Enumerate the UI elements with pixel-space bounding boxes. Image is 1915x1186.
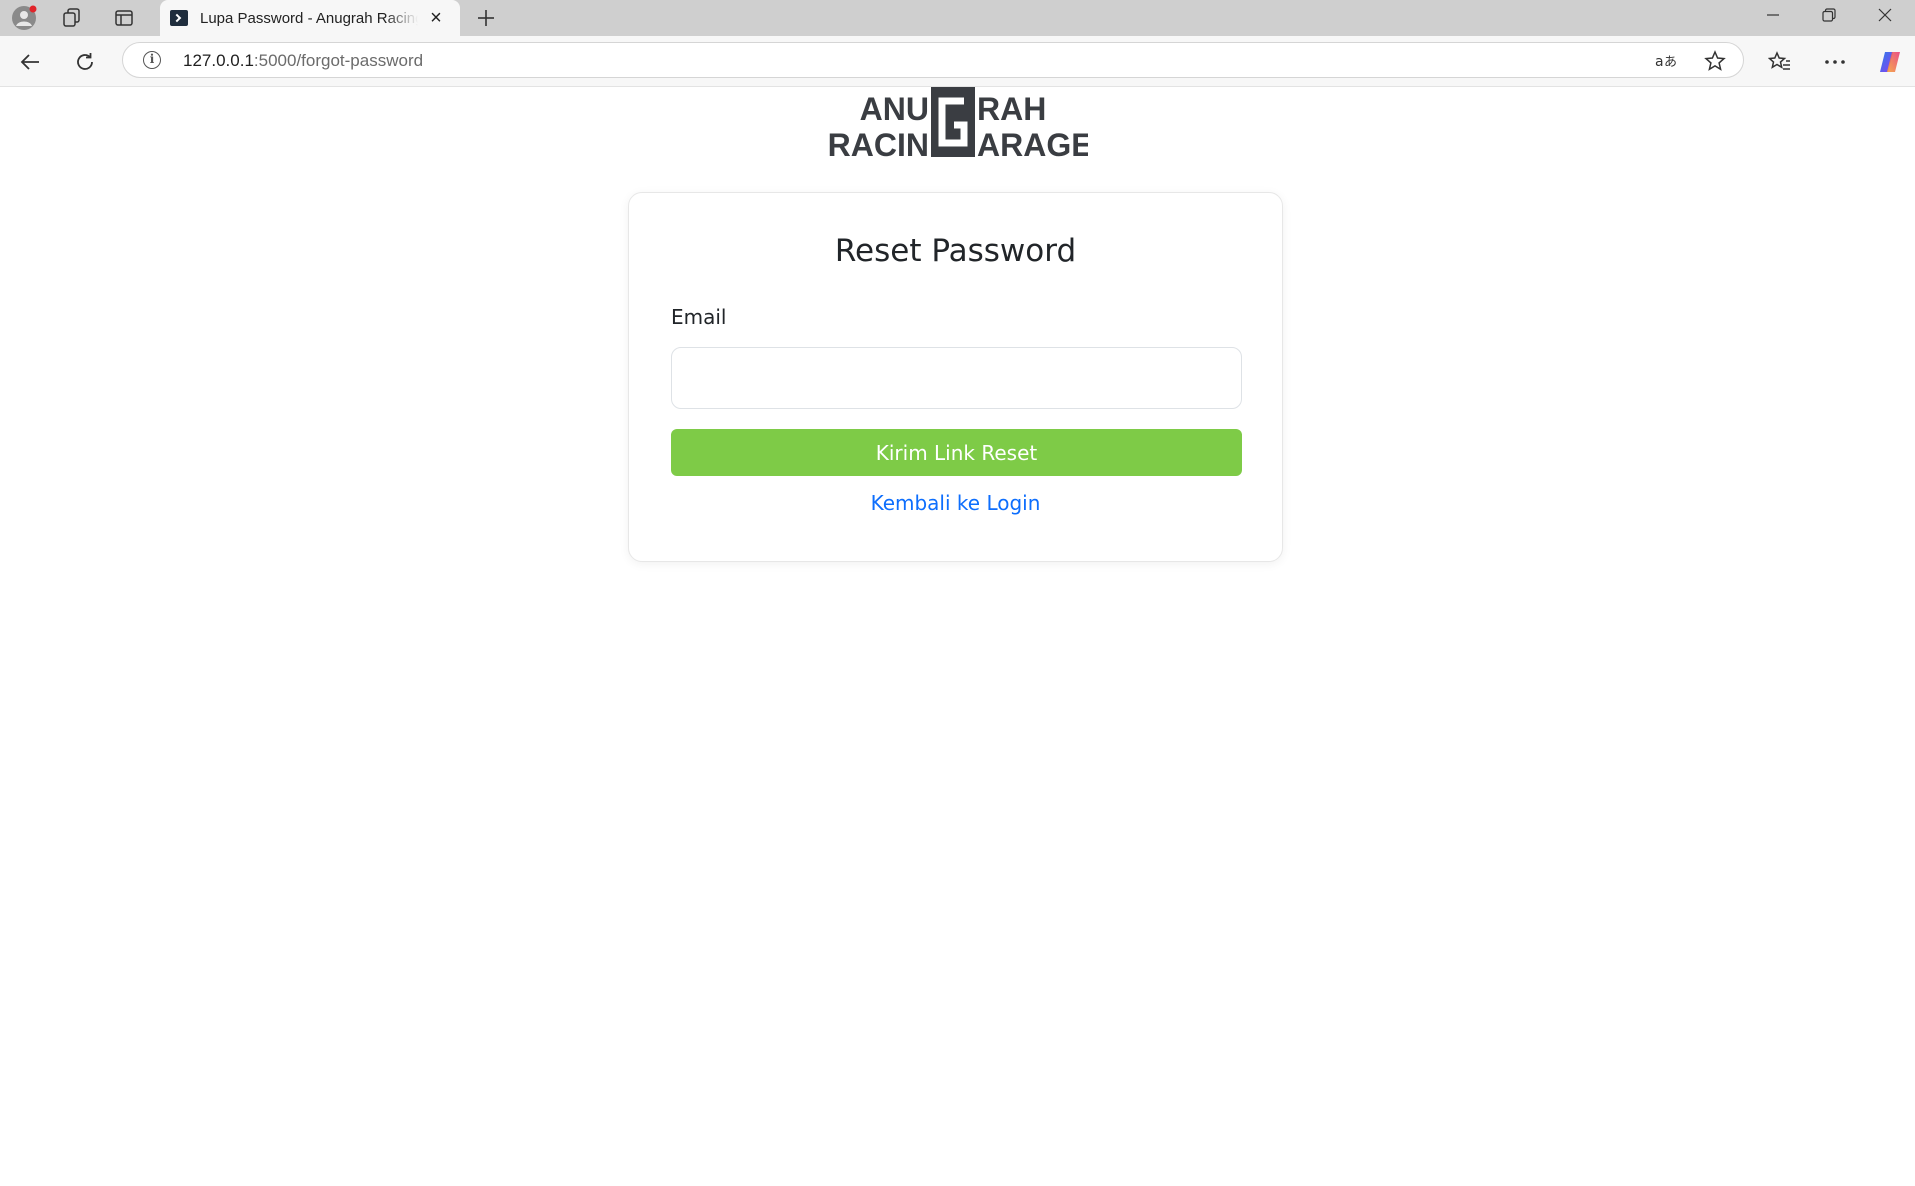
- page-title: Reset Password: [834, 233, 1077, 269]
- minimize-button[interactable]: [1745, 0, 1801, 30]
- url-host: 127.0.0.1: [183, 51, 254, 70]
- profile-icon: [12, 5, 37, 30]
- tab-actions-icon: [115, 10, 133, 26]
- send-reset-link-button[interactable]: Kirim Link Reset: [671, 429, 1242, 476]
- svg-text:a: a: [1655, 54, 1664, 70]
- favorite-star-button[interactable]: [1703, 49, 1727, 73]
- page-viewport: ANU RAH RACIN ARAGE Reset Password Email…: [0, 87, 1915, 1186]
- arrow-left-icon: [20, 54, 39, 70]
- brand-logo: ANU RAH RACIN ARAGE: [828, 87, 1088, 159]
- logo-text-arage: ARAGE: [977, 127, 1088, 159]
- workspaces-icon: [63, 8, 80, 27]
- tab-title: Lupa Password - Anugrah Racing Garage: [200, 9, 418, 27]
- site-info-icon[interactable]: i: [143, 51, 161, 69]
- refresh-button[interactable]: [67, 44, 103, 80]
- workspaces-button[interactable]: [54, 2, 90, 34]
- translate-icon: a あ: [1655, 54, 1676, 70]
- back-button[interactable]: [12, 44, 48, 80]
- logo-text-anu: ANU: [860, 91, 929, 127]
- restore-icon: [1822, 8, 1836, 22]
- profile-button[interactable]: [6, 2, 42, 34]
- url-path: :5000/forgot-password: [253, 51, 424, 70]
- plus-icon: [478, 10, 494, 26]
- browser-tab-bar: Lupa Password - Anugrah Racing Garage ×: [0, 0, 1915, 36]
- address-bar[interactable]: i 127.0.0.1:5000/forgot-password a あ: [122, 42, 1744, 78]
- logo-text-rah: RAH: [977, 91, 1046, 127]
- restore-button[interactable]: [1801, 0, 1857, 30]
- email-label: Email: [671, 305, 727, 329]
- svg-text:あ: あ: [1664, 55, 1676, 70]
- url-text: 127.0.0.1:5000/forgot-password: [183, 51, 423, 71]
- favorites-button[interactable]: [1762, 44, 1798, 80]
- close-icon: [1878, 8, 1892, 22]
- logo-text-racin: RACIN: [828, 127, 929, 159]
- active-tab[interactable]: Lupa Password - Anugrah Racing Garage ×: [160, 0, 460, 36]
- minimize-icon: [1767, 14, 1779, 16]
- back-to-login-link[interactable]: Kembali ke Login: [629, 491, 1282, 515]
- email-input[interactable]: [671, 347, 1242, 409]
- copilot-icon: [1880, 52, 1900, 72]
- settings-more-button[interactable]: [1817, 44, 1853, 80]
- tab-favicon-icon: [170, 10, 188, 26]
- close-window-button[interactable]: [1857, 0, 1913, 30]
- reset-password-card: Reset Password Email Kirim Link Reset Ke…: [628, 192, 1283, 562]
- new-tab-button[interactable]: [468, 2, 504, 34]
- browser-toolbar: i 127.0.0.1:5000/forgot-password a あ: [0, 36, 1915, 87]
- more-dots-icon: [1825, 60, 1845, 64]
- vertical-tabs-button[interactable]: [106, 2, 142, 34]
- refresh-icon: [77, 53, 93, 70]
- copilot-button[interactable]: [1872, 44, 1908, 80]
- tab-close-icon[interactable]: ×: [424, 6, 448, 30]
- favorites-list-icon: [1768, 51, 1790, 70]
- read-aloud-translate-icon[interactable]: a あ: [1653, 49, 1677, 73]
- star-icon: [1704, 50, 1726, 71]
